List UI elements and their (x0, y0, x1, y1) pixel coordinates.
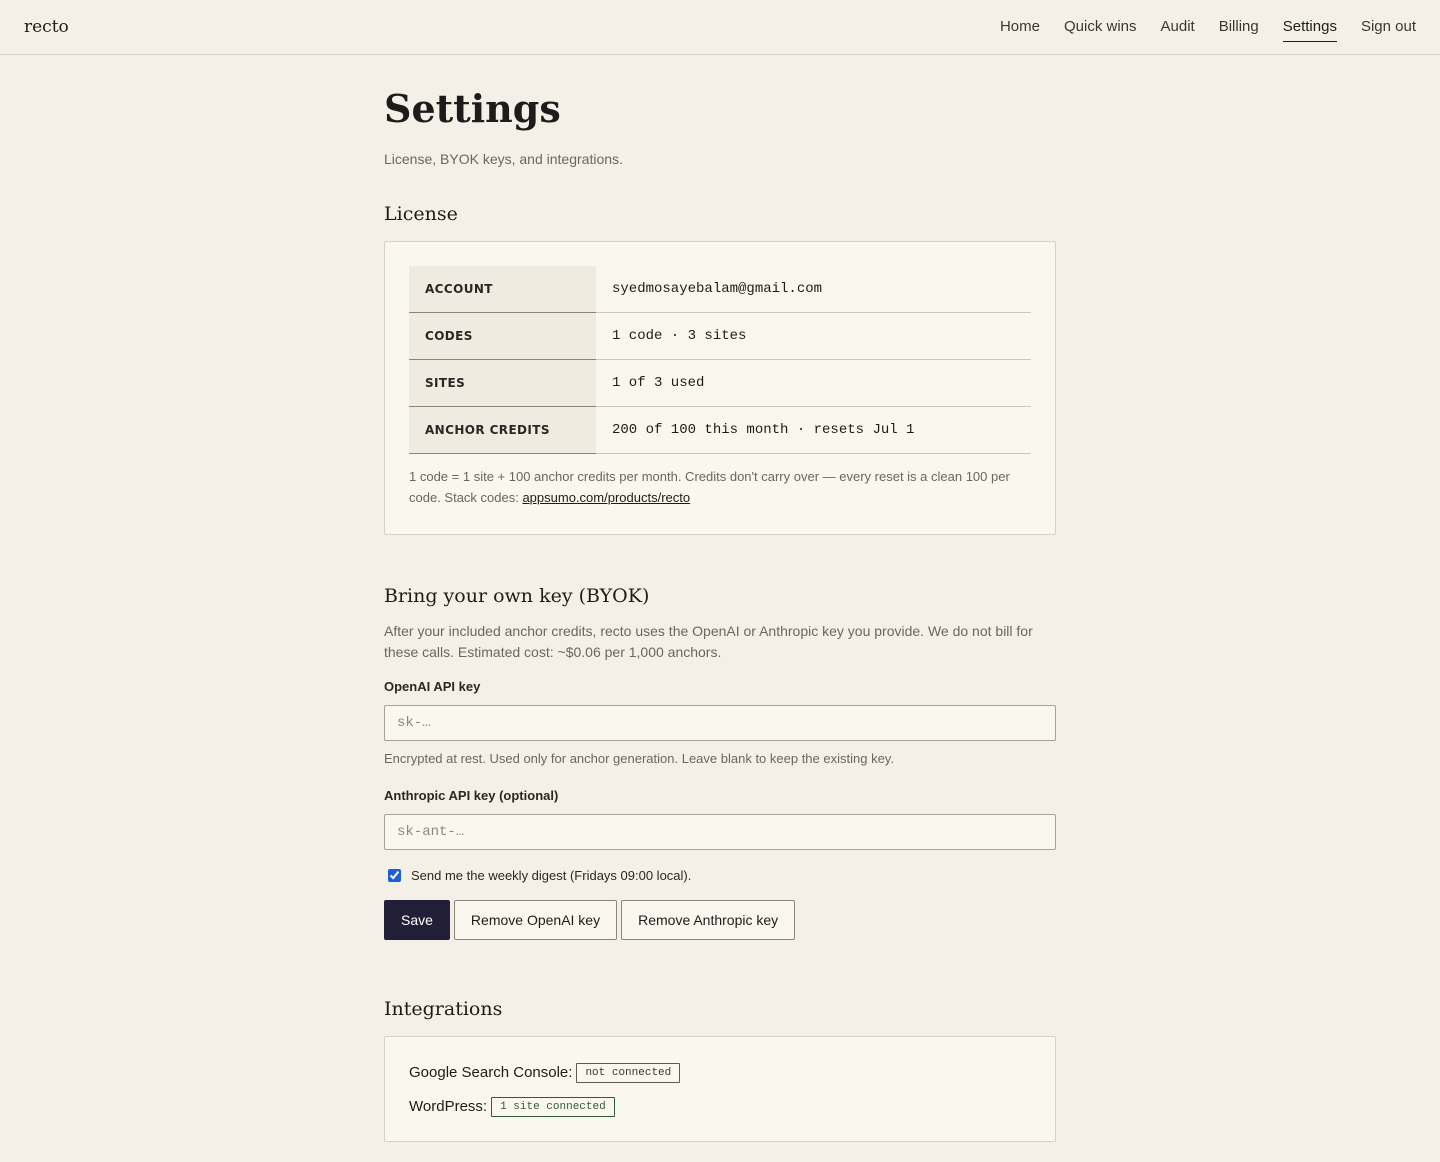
nav-audit[interactable]: Audit (1161, 12, 1195, 42)
table-row: ANCHOR CREDITS 200 of 100 this month · r… (409, 406, 1031, 454)
license-label-account: ACCOUNT (409, 266, 596, 313)
anthropic-key-label: Anthropic API key (optional) (384, 787, 559, 803)
openai-key-hint: Encrypted at rest. Used only for anchor … (384, 750, 894, 766)
gsc-row: Google Search Console: not connected (409, 1062, 1031, 1083)
byok-description: After your included anchor credits, rect… (384, 622, 1033, 660)
license-value-anchor-credits: 200 of 100 this month · resets Jul 1 (612, 421, 915, 438)
license-heading: License (384, 203, 458, 225)
license-value-codes: 1 code · 3 sites (612, 327, 747, 344)
nav-settings[interactable]: Settings (1282, 12, 1337, 42)
digest-checkbox[interactable] (388, 868, 401, 882)
gsc-status-badge: not connected (576, 1062, 681, 1083)
openai-key-label: OpenAI API key (384, 678, 481, 694)
license-label-sites: SITES (409, 359, 596, 407)
license-card: ACCOUNT syedmosayebalam@gmail.com CODES … (384, 241, 1056, 535)
nav-sign-out[interactable]: Sign out (1361, 12, 1416, 42)
table-row: CODES 1 code · 3 sites (409, 312, 1031, 360)
license-value-account: syedmosayebalam@gmail.com (612, 280, 823, 297)
table-row: ACCOUNT syedmosayebalam@gmail.com (409, 266, 1031, 313)
digest-label[interactable]: Send me the weekly digest (Fridays 09:00… (411, 868, 691, 883)
gsc-label: Google Search Console: (409, 1064, 573, 1081)
page-title: Settings (384, 86, 561, 131)
save-button[interactable]: Save (384, 899, 450, 940)
openai-key-input[interactable] (384, 704, 1056, 741)
nav-home[interactable]: Home (1000, 12, 1040, 42)
wordpress-status-badge: 1 site connected (491, 1096, 615, 1117)
main-content: Settings License, BYOK keys, and integra… (384, 55, 1056, 1142)
wordpress-label: WordPress: (409, 1098, 488, 1115)
license-label-anchor-credits: ANCHOR CREDITS (409, 406, 596, 454)
remove-openai-key-button[interactable]: Remove OpenAI key (453, 899, 618, 940)
wordpress-row: WordPress: 1 site connected (409, 1096, 1031, 1117)
byok-heading: Bring your own key (BYOK) (384, 584, 650, 607)
page-subtitle: License, BYOK keys, and integrations. (384, 151, 623, 167)
main-nav: Home Quick wins Audit Billing Settings S… (1000, 0, 1416, 54)
integrations-card: Google Search Console: not connected Wor… (384, 1035, 1056, 1142)
license-note: 1 code = 1 site + 100 anchor credits per… (409, 466, 1031, 508)
digest-row: Send me the weekly digest (Fridays 09:00… (384, 868, 1056, 883)
anthropic-key-input[interactable] (384, 813, 1056, 850)
byok-actions: Save Remove OpenAI key Remove Anthropic … (384, 899, 1056, 940)
license-value-sites: 1 of 3 used (612, 374, 705, 391)
table-row: SITES 1 of 3 used (409, 359, 1031, 407)
appsumo-link[interactable]: appsumo.com/products/recto (522, 490, 690, 505)
remove-anthropic-key-button[interactable]: Remove Anthropic key (621, 899, 796, 940)
nav-billing[interactable]: Billing (1219, 12, 1259, 42)
nav-quick-wins[interactable]: Quick wins (1064, 12, 1137, 42)
license-table: ACCOUNT syedmosayebalam@gmail.com CODES … (409, 266, 1031, 454)
license-label-codes: CODES (409, 312, 596, 360)
integrations-heading: Integrations (384, 997, 503, 1020)
license-note-text: 1 code = 1 site + 100 anchor credits per… (409, 468, 1010, 505)
top-bar: recto Home Quick wins Audit Billing Sett… (0, 0, 1440, 55)
brand-logo[interactable]: recto (24, 17, 69, 37)
